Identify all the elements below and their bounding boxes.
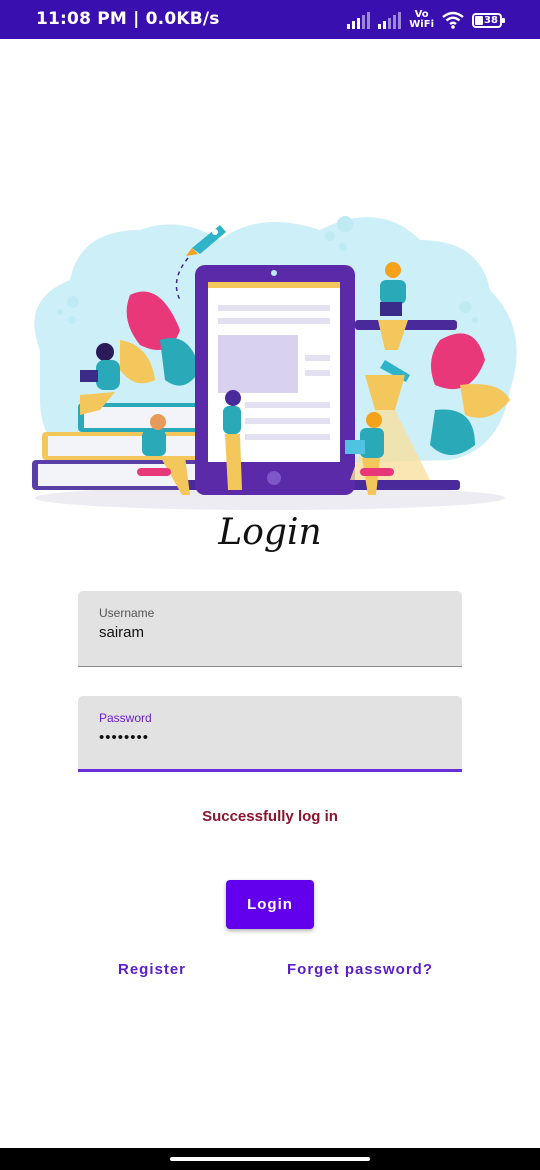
username-input[interactable] <box>99 624 439 641</box>
forget-password-link[interactable]: Forget password? <box>287 961 433 978</box>
status-bar: 11:08 PM | 0.0KB/s Vo WiFi 38 <box>0 0 540 39</box>
username-label: Username <box>99 606 155 620</box>
navigation-bar <box>0 1148 540 1170</box>
status-icons: Vo WiFi 38 <box>347 8 505 32</box>
login-status-message: Successfully log in <box>202 808 338 825</box>
vowifi-icon: Vo WiFi <box>409 9 434 30</box>
wifi-icon <box>442 11 464 29</box>
signal-icon <box>378 11 402 29</box>
home-indicator[interactable] <box>170 1157 370 1161</box>
page-title: Login <box>218 512 322 553</box>
signal-icon <box>347 11 371 29</box>
password-label: Password <box>99 711 152 725</box>
login-illustration <box>32 216 517 510</box>
password-input[interactable] <box>99 729 439 746</box>
username-field[interactable]: Username <box>78 591 462 667</box>
battery-icon: 38 <box>472 12 505 28</box>
register-link[interactable]: Register <box>118 961 186 978</box>
status-time: 11:08 PM | 0.0KB/s <box>36 9 220 29</box>
login-button[interactable]: Login <box>226 880 314 929</box>
password-field[interactable]: Password <box>78 696 462 772</box>
